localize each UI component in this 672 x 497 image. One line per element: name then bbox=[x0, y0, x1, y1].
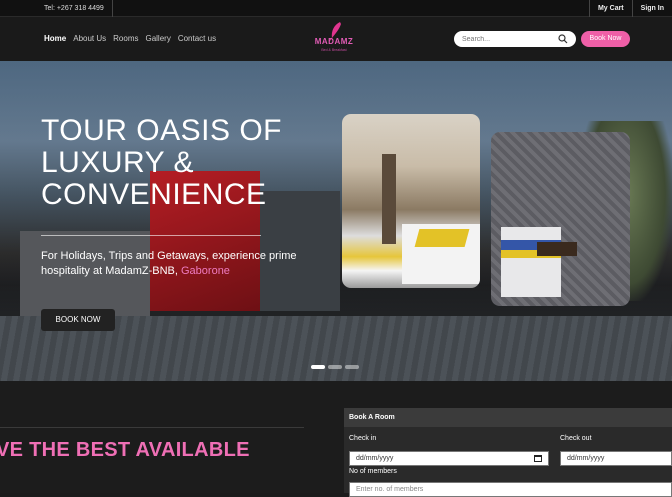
carousel-dot-1[interactable] bbox=[311, 365, 325, 369]
hero-divider bbox=[41, 235, 261, 236]
book-now-button[interactable]: Book Now bbox=[581, 31, 630, 47]
logo-wordmark: MADAMZ bbox=[314, 37, 354, 46]
search-input[interactable] bbox=[462, 34, 552, 44]
hero-tagline: For Holidays, Trips and Getaways, experi… bbox=[41, 249, 301, 279]
hero-title: TOUR OASIS OF LUXURY & CONVENIENCE bbox=[41, 114, 282, 211]
members-field[interactable]: Enter no. of members bbox=[349, 482, 672, 497]
phone-number: Tel: +267 318 4499 bbox=[44, 0, 113, 17]
check-out-field[interactable]: dd/mm/yyyy bbox=[560, 451, 672, 466]
book-room-form: Book A Room Check in dd/mm/yyyy Check ou… bbox=[344, 408, 672, 497]
hero-banner: TOUR OASIS OF LUXURY & CONVENIENCE For H… bbox=[0, 61, 672, 381]
account-links: My Cart Sign In bbox=[588, 0, 672, 17]
site-logo[interactable]: MADAMZ Bed & Breakfast bbox=[310, 21, 358, 57]
room-photo-1 bbox=[342, 114, 480, 288]
check-in-label: Check in bbox=[349, 435, 377, 442]
room-photo-2-bed bbox=[501, 227, 561, 297]
nav-item-home[interactable]: Home bbox=[44, 34, 66, 43]
room-photo-2 bbox=[491, 132, 630, 306]
room-photo-1-throw bbox=[414, 229, 470, 247]
members-label: No of members bbox=[349, 468, 397, 475]
top-bar: Tel: +267 318 4499 My Cart Sign In bbox=[0, 0, 672, 17]
main-nav: Home About Us Rooms Gallery Contact us M… bbox=[0, 17, 672, 61]
nav-item-contact-us[interactable]: Contact us bbox=[178, 34, 216, 43]
room-photo-2-side-table bbox=[537, 242, 577, 256]
sign-in-link[interactable]: Sign In bbox=[631, 0, 672, 17]
check-out-value: dd/mm/yyyy bbox=[567, 455, 605, 462]
nav-item-gallery[interactable]: Gallery bbox=[145, 34, 170, 43]
carousel-indicators bbox=[311, 365, 359, 369]
carousel-dot-3[interactable] bbox=[345, 365, 359, 369]
check-in-field[interactable]: dd/mm/yyyy bbox=[349, 451, 549, 466]
book-room-title: Book A Room bbox=[344, 408, 672, 427]
nav-item-rooms[interactable]: Rooms bbox=[113, 34, 138, 43]
nav-menu: Home About Us Rooms Gallery Contact us bbox=[44, 34, 216, 43]
room-photo-1-curtain bbox=[382, 154, 396, 244]
nav-item-about-us[interactable]: About Us bbox=[73, 34, 106, 43]
my-cart-link[interactable]: My Cart bbox=[588, 0, 632, 17]
logo-subtitle: Bed & Breakfast bbox=[321, 48, 347, 52]
check-out-label: Check out bbox=[560, 435, 592, 442]
availability-section: VE THE BEST AVAILABLE Book A Room Check … bbox=[0, 381, 672, 497]
search-box[interactable] bbox=[454, 31, 576, 47]
carousel-dot-2[interactable] bbox=[328, 365, 342, 369]
hero-tagline-city[interactable]: Gaborone bbox=[181, 265, 230, 277]
hero-tagline-text: For Holidays, Trips and Getaways, experi… bbox=[41, 250, 297, 277]
section-rule bbox=[0, 427, 304, 428]
check-in-value: dd/mm/yyyy bbox=[356, 455, 394, 462]
members-placeholder: Enter no. of members bbox=[356, 486, 424, 493]
section-heading: VE THE BEST AVAILABLE bbox=[0, 439, 250, 461]
search-icon[interactable] bbox=[558, 34, 568, 44]
hero-book-now-button[interactable]: BOOK NOW bbox=[41, 309, 115, 331]
calendar-icon[interactable] bbox=[534, 455, 542, 462]
